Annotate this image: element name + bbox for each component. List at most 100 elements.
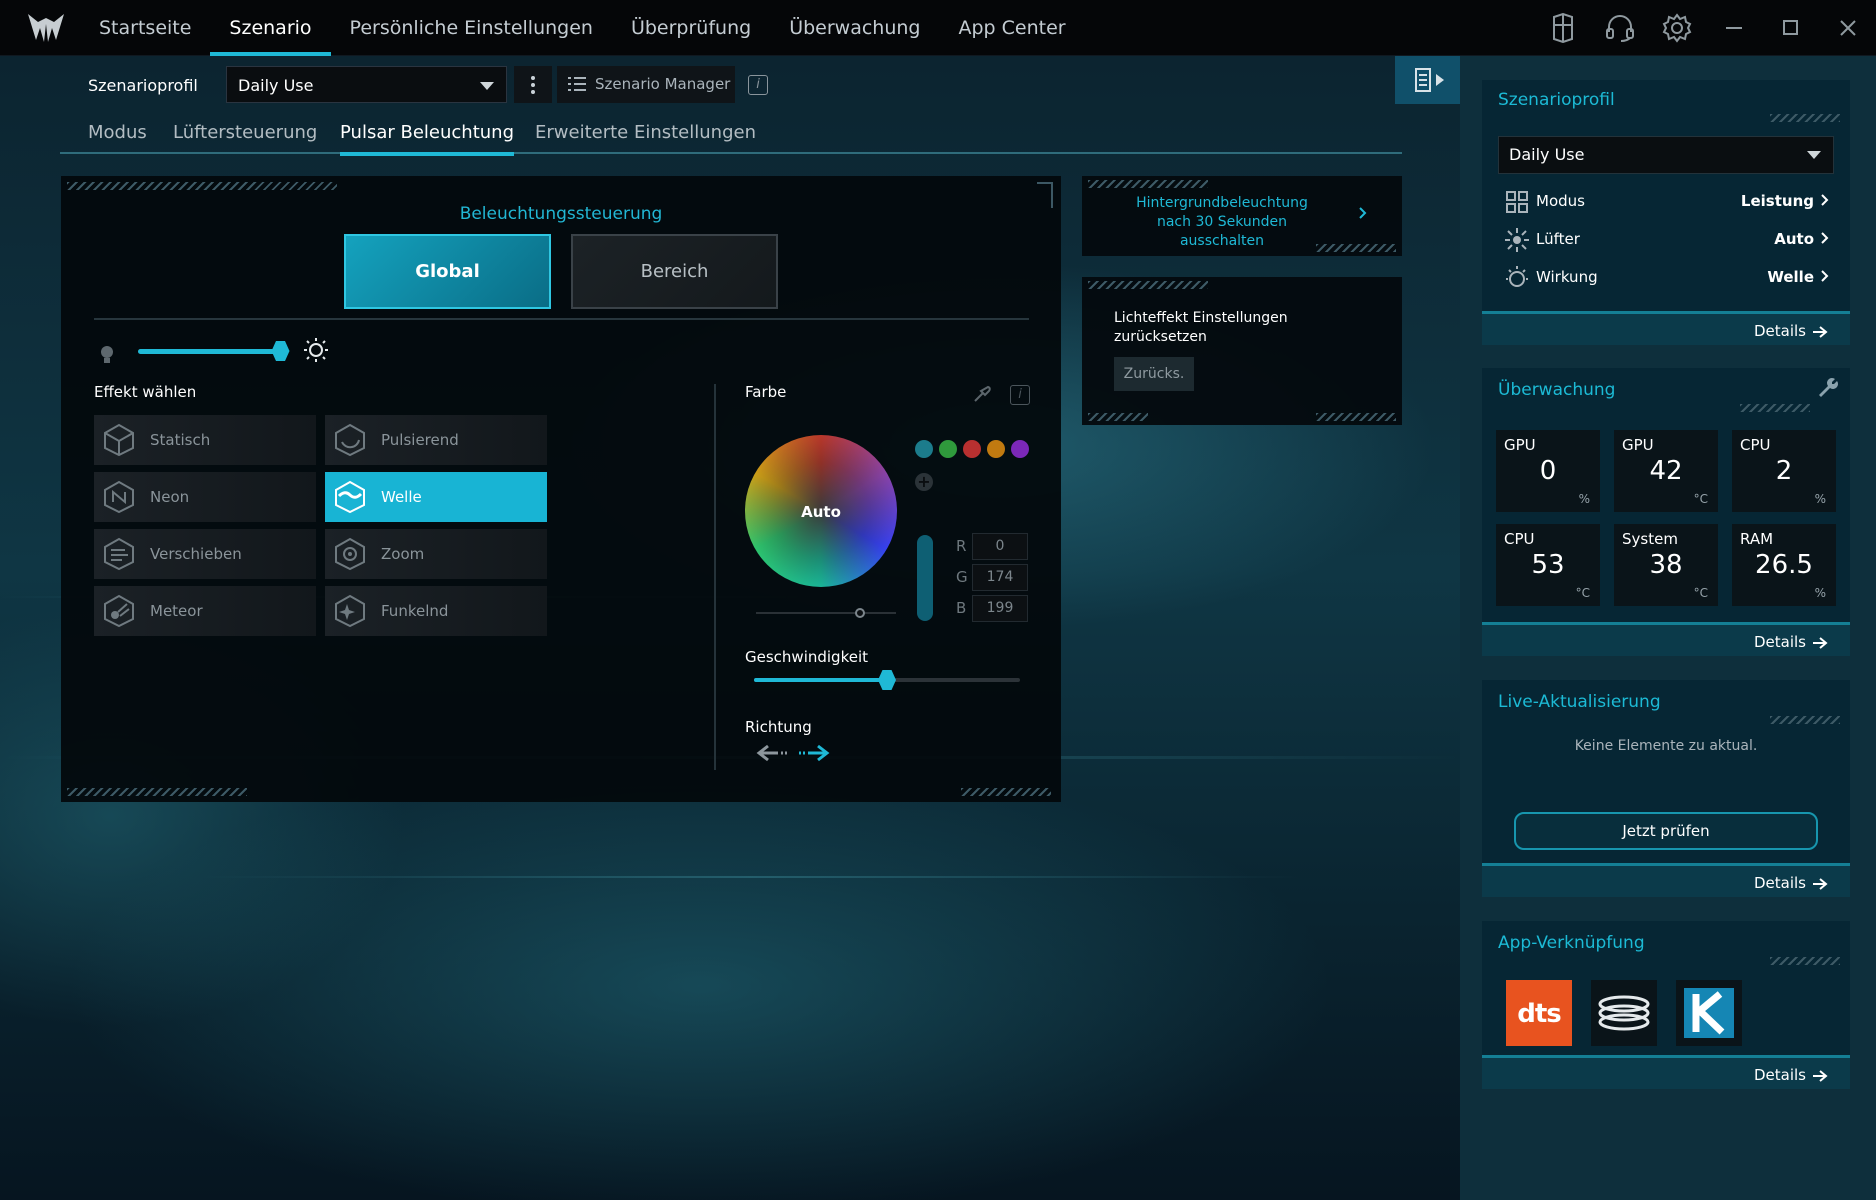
- tile-unit: %: [1814, 586, 1826, 600]
- info-icon[interactable]: i: [748, 75, 768, 95]
- profile-more-button[interactable]: [514, 66, 552, 103]
- sidebar-monitor-card: Überwachung GPU 0 % GPU 42 °C CPU 2 % CP…: [1482, 368, 1850, 656]
- effect-neon[interactable]: Neon: [94, 472, 316, 522]
- add-color-icon[interactable]: +: [915, 473, 933, 491]
- global-mode-button[interactable]: Global: [344, 234, 551, 309]
- sidebar-live-update-title: Live-Aktualisierung: [1498, 692, 1661, 712]
- effect-meteor-label: Meteor: [150, 602, 203, 620]
- sidebar-live-update-details[interactable]: Details: [1482, 863, 1850, 897]
- minimize-icon[interactable]: [1706, 0, 1762, 56]
- sidebar-monitor-title: Überwachung: [1498, 380, 1616, 400]
- nav-startseite[interactable]: Startseite: [80, 0, 210, 56]
- sidebar-row-wirkung[interactable]: Wirkung Welle: [1502, 265, 1832, 291]
- details-link: Details: [1753, 322, 1806, 340]
- r-input[interactable]: 0: [972, 533, 1028, 560]
- sidebar-app-shortcut-details[interactable]: Details: [1482, 1055, 1850, 1089]
- chevron-down-icon: [480, 82, 494, 90]
- g-input[interactable]: 174: [972, 564, 1028, 591]
- sidebar-profile-details[interactable]: Details: [1482, 311, 1850, 345]
- tile-label: GPU: [1622, 436, 1654, 454]
- divider: [94, 318, 1029, 320]
- main-nav: Startseite Szenario Persönliche Einstell…: [80, 0, 1085, 56]
- backlight-off-card[interactable]: Hintergrundbeleuchtung nach 30 Sekunden …: [1082, 176, 1402, 256]
- check-now-button[interactable]: Jetzt prüfen: [1514, 812, 1818, 850]
- headset-icon[interactable]: [1592, 0, 1648, 56]
- sidebar-app-shortcut-title: App-Verknüpfung: [1498, 933, 1645, 953]
- nav-persoenliche-einstellungen[interactable]: Persönliche Einstellungen: [331, 0, 612, 56]
- nav-szenario[interactable]: Szenario: [210, 0, 331, 56]
- pulse-icon: [335, 423, 365, 457]
- effect-zoom-label: Zoom: [381, 545, 425, 563]
- cube-icon: [104, 423, 134, 457]
- effect-title: Effekt wählen: [94, 383, 197, 401]
- effect-pulsierend-label: Pulsierend: [381, 431, 459, 449]
- grid-icon: [1506, 191, 1528, 213]
- top-bar: Startseite Szenario Persönliche Einstell…: [0, 0, 1876, 56]
- card-hatch-decoration: [1770, 114, 1840, 122]
- card-hatch-decoration: [1088, 281, 1208, 289]
- tile-value: 0: [1539, 456, 1557, 486]
- details-link: Details: [1753, 874, 1806, 892]
- profile-select[interactable]: Daily Use: [226, 66, 507, 103]
- panel-hatch-decoration: [67, 182, 337, 190]
- light-effect-icon: [1506, 266, 1528, 287]
- color-saturation-thumb[interactable]: [855, 608, 865, 618]
- arrow-right-icon: [1813, 326, 1828, 338]
- tab-erweiterte-einstellungen[interactable]: Erweiterte Einstellungen: [535, 122, 756, 143]
- card-hatch-decoration: [1088, 413, 1148, 421]
- maximize-icon[interactable]: [1763, 0, 1819, 56]
- color-swatch[interactable]: [987, 440, 1005, 458]
- settings-gear-icon[interactable]: [1649, 0, 1705, 56]
- color-saturation-track[interactable]: [756, 612, 896, 614]
- effect-zoom[interactable]: Zoom: [325, 529, 547, 579]
- color-brightness-bar[interactable]: [917, 535, 933, 621]
- color-swatch[interactable]: [915, 440, 933, 458]
- effect-welle-label: Welle: [381, 488, 422, 506]
- r-label: R: [956, 537, 967, 555]
- eyedropper-icon[interactable]: [972, 384, 992, 404]
- sidebar-profile-select[interactable]: Daily Use: [1498, 136, 1834, 174]
- effect-verschieben[interactable]: Verschieben: [94, 529, 316, 579]
- effect-funkelnd[interactable]: Funkelnd: [325, 586, 547, 636]
- nav-ueberwachung[interactable]: Überwachung: [770, 0, 939, 56]
- area-mode-button[interactable]: Bereich: [571, 234, 778, 309]
- zoom-icon: [335, 537, 365, 571]
- tab-lueftersteuerung[interactable]: Lüftersteuerung: [173, 122, 317, 143]
- dts-app-icon[interactable]: dts: [1506, 980, 1572, 1046]
- monitor-tile-gpu-usage: GPU 0 %: [1496, 430, 1600, 512]
- k-app-icon[interactable]: [1676, 980, 1742, 1046]
- nav-ueberpruefung[interactable]: Überprüfung: [612, 0, 770, 56]
- coil-logo: [1598, 995, 1650, 1031]
- effect-pulsierend[interactable]: Pulsierend: [325, 415, 547, 465]
- tile-label: GPU: [1504, 436, 1536, 454]
- predator-logo-icon[interactable]: [26, 10, 66, 46]
- close-icon[interactable]: [1820, 0, 1876, 56]
- effect-statisch[interactable]: Statisch: [94, 415, 316, 465]
- b-input[interactable]: 199: [972, 595, 1028, 622]
- effect-welle[interactable]: Welle: [325, 472, 547, 522]
- coil-app-icon[interactable]: [1591, 980, 1657, 1046]
- sidebar-profile-card: Szenarioprofil Daily Use Modus Leistung …: [1482, 80, 1850, 345]
- b-label: B: [956, 599, 967, 617]
- direction-left-icon[interactable]: [756, 743, 788, 763]
- scenario-manager-button[interactable]: Szenario Manager: [557, 66, 735, 103]
- sidebar-row-luefter[interactable]: Lüfter Auto: [1502, 227, 1832, 253]
- color-swatch[interactable]: [939, 440, 957, 458]
- speed-slider-fill: [754, 678, 887, 682]
- effect-meteor[interactable]: Meteor: [94, 586, 316, 636]
- nav-app-center[interactable]: App Center: [939, 0, 1084, 56]
- color-info-icon[interactable]: i: [1010, 385, 1030, 405]
- lighting-control-title: Beleuchtungssteuerung: [459, 204, 663, 224]
- tab-modus[interactable]: Modus: [88, 122, 147, 143]
- tab-pulsar-beleuchtung[interactable]: Pulsar Beleuchtung: [340, 122, 514, 156]
- wrench-icon[interactable]: [1816, 376, 1838, 398]
- direction-right-icon[interactable]: [796, 743, 830, 763]
- color-swatch[interactable]: [1011, 440, 1029, 458]
- sidebar-toggle-button[interactable]: [1395, 56, 1460, 104]
- color-swatch[interactable]: [963, 440, 981, 458]
- keyboard-icon[interactable]: [1535, 0, 1591, 56]
- reset-button[interactable]: Zurücks.: [1114, 357, 1194, 391]
- sidebar-row-modus[interactable]: Modus Leistung: [1502, 189, 1832, 215]
- sidebar-monitor-details[interactable]: Details: [1482, 622, 1850, 656]
- monitor-tile-gpu-temp: GPU 42 °C: [1614, 430, 1718, 512]
